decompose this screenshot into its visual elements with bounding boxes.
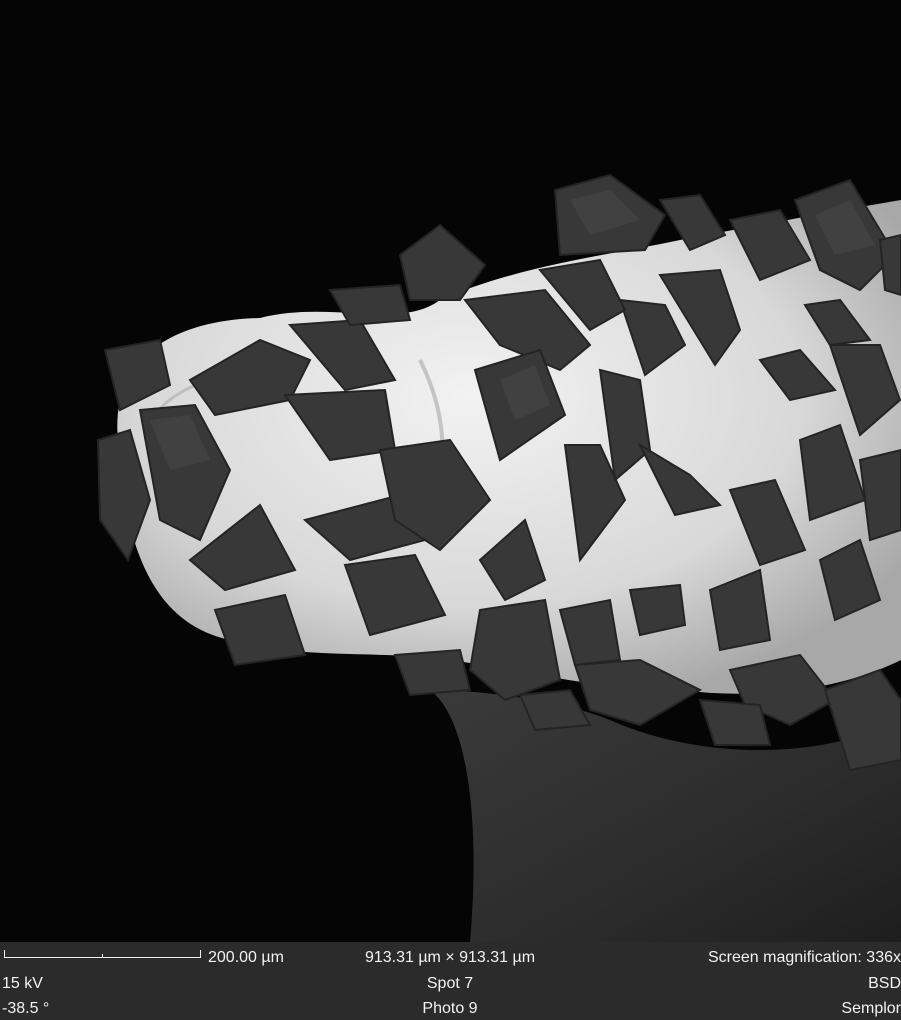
accelerating-voltage: 15 kV (2, 975, 43, 992)
tilt-angle: -38.5 ° (2, 1000, 50, 1017)
screen-magnification: Screen magnification: 336x (708, 949, 901, 966)
sem-micrograph (0, 0, 901, 942)
scale-bar-label: 200.00 µm (208, 949, 284, 966)
sem-info-bar: 200.00 µm 913.31 µm × 913.31 µm Screen m… (0, 942, 901, 1020)
field-of-view: 913.31 µm × 913.31 µm (364, 949, 536, 966)
spot-size: Spot 7 (426, 975, 474, 992)
photo-number: Photo 9 (422, 1000, 478, 1017)
particle (628, 583, 687, 637)
instrument-brand: Semplor (841, 1000, 901, 1017)
scale-bar (4, 950, 201, 958)
detector: BSD (868, 975, 901, 992)
